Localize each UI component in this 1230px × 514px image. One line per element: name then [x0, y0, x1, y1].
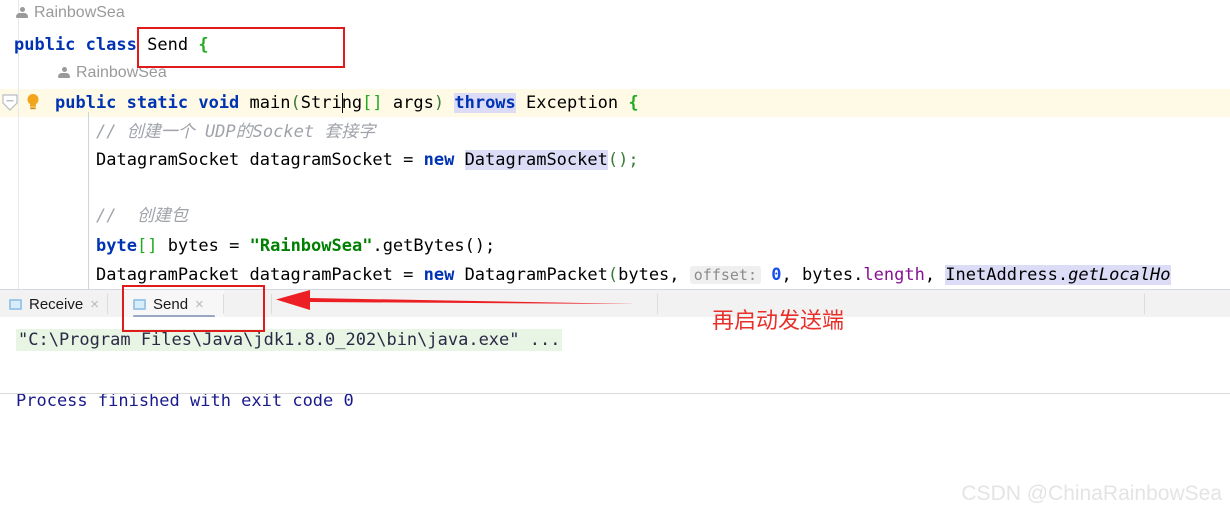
token-param-name: args — [392, 93, 434, 113]
code-line-socket-stmt[interactable]: DatagramSocket datagramSocket = new Data… — [96, 146, 639, 174]
person-icon — [58, 66, 70, 80]
screenshot-root: RainbowSea public class Send { RainbowSe… — [0, 0, 1230, 514]
token-equals: = — [403, 265, 414, 285]
tab-separator — [657, 294, 658, 314]
breadcrumb-label: RainbowSea — [34, 4, 125, 21]
token-public: public — [55, 93, 117, 113]
code-comment-socket: // 创建一个 UDP的Socket 套接字 — [96, 122, 376, 142]
code-line-main-method[interactable]: public static void main(String[] args) t… — [55, 89, 639, 117]
token-static: static — [126, 93, 189, 113]
token-paren-open: ( — [607, 265, 619, 285]
token-dot: . — [1057, 265, 1069, 285]
token-ctor: DatagramPacket — [464, 265, 608, 285]
token-string-literal: "RainbowSea" — [249, 236, 373, 256]
token-getlocalhost: getLocalHo — [1068, 265, 1171, 285]
console-exit-line: Process finished with exit code 0 — [16, 391, 354, 411]
token-var: datagramPacket — [249, 265, 393, 285]
token-byte: byte — [96, 236, 137, 256]
text-caret — [341, 93, 343, 113]
person-icon — [16, 6, 28, 20]
token-method-name: main — [249, 93, 291, 113]
highlight-box-send-tab — [122, 285, 265, 332]
token-new: new — [423, 150, 455, 170]
token-arg-bytes: bytes, — [618, 265, 680, 285]
annotation-note: 再启动发送端 — [712, 309, 845, 334]
tab-separator — [1144, 294, 1145, 314]
tab-receive[interactable]: Receive × — [0, 290, 108, 318]
red-arrow-left — [276, 290, 638, 310]
code-comment-packet: // 创建包 — [96, 206, 188, 226]
tab-label: Receive — [29, 295, 84, 313]
token-equals: = — [229, 236, 240, 256]
console-command-line: "C:\Program Files\Java\jdk1.8.0_202\bin\… — [16, 327, 563, 353]
console-command-text: "C:\Program Files\Java\jdk1.8.0_202\bin\… — [16, 329, 563, 351]
token-brace-open: { — [628, 93, 639, 113]
token-public: public — [14, 35, 76, 55]
run-config-icon — [9, 298, 22, 310]
token-void: void — [198, 93, 240, 113]
token-exception-type: Exception — [526, 93, 619, 113]
breadcrumb[interactable]: RainbowSea — [16, 4, 125, 22]
token-arg-bytes-dot: , bytes. — [781, 265, 864, 285]
token-type: DatagramPacket — [96, 265, 240, 285]
lightbulb-icon[interactable] — [26, 93, 40, 111]
token-paren-close: ) — [433, 93, 445, 113]
token-number-zero: 0 — [771, 265, 782, 285]
fold-collapse-icon[interactable] — [2, 94, 18, 111]
token-var: bytes — [167, 236, 219, 256]
parameter-hint-offset: offset: — [689, 266, 761, 284]
token-ctor: DatagramSocket — [464, 150, 608, 170]
tab-separator — [107, 294, 108, 314]
token-type: DatagramSocket — [96, 150, 240, 170]
token-brackets: [] — [136, 236, 158, 256]
token-new: new — [423, 265, 455, 285]
close-icon[interactable]: × — [90, 297, 99, 312]
token-equals: = — [403, 150, 414, 170]
token-inetaddress: InetAddress — [945, 265, 1058, 285]
token-throws: throws — [454, 93, 516, 113]
indent-guide — [88, 112, 89, 290]
code-line-bytes-stmt[interactable]: byte[] bytes = "RainbowSea".getBytes(); — [96, 232, 495, 260]
highlight-box-class-name — [137, 27, 345, 68]
token-field-length: length — [863, 265, 925, 285]
token-ctor-tail: (); — [607, 150, 639, 170]
token-param-brackets: [] — [362, 93, 383, 113]
token-paren-open: ( — [290, 93, 301, 113]
console-bottom-border — [0, 393, 1230, 394]
token-comma: , — [924, 265, 946, 285]
token-param-type: String — [300, 93, 363, 113]
csdn-watermark: CSDN @ChinaRainbowSea — [961, 482, 1222, 505]
token-class: class — [85, 35, 137, 55]
token-method-call: .getBytes(); — [372, 236, 496, 256]
token-var: datagramSocket — [249, 150, 393, 170]
